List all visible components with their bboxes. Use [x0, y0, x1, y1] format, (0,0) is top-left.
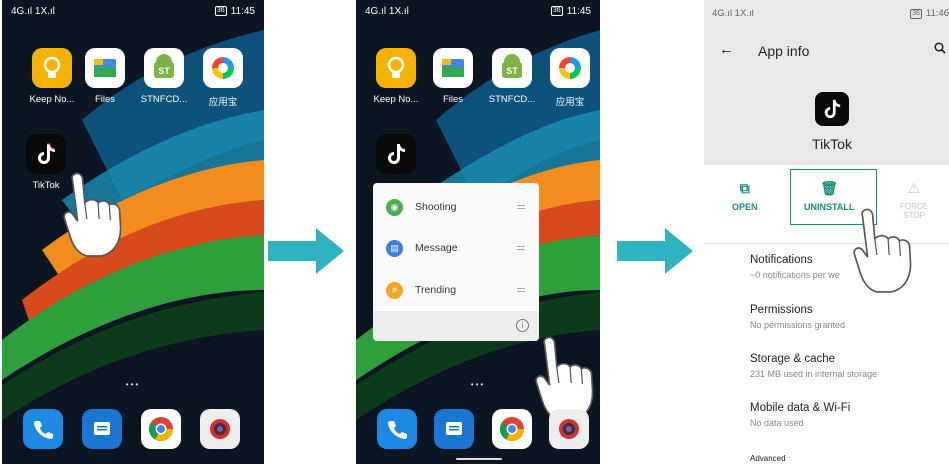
android-icon: ST [144, 48, 184, 88]
message-icon: ▤ [386, 239, 403, 257]
shortcut-label: Message [415, 242, 458, 254]
app-label: STNFCD... [488, 94, 536, 105]
menu-footer: i [373, 311, 539, 341]
android-icon: ST [492, 48, 532, 88]
signal-status: 4G.ıl 1X.ıl [11, 5, 55, 17]
force-stop-label: FORCE [900, 202, 928, 211]
tiktok-icon [26, 134, 66, 174]
info-icon[interactable]: i [516, 319, 529, 332]
app-stnfcd[interactable]: ST STNFCD... [133, 48, 195, 105]
phone-icon[interactable] [23, 409, 63, 449]
battery-icon: 36 [910, 8, 922, 19]
battery-icon: 36 [550, 6, 563, 16]
tiktok-icon[interactable] [376, 134, 416, 174]
app-label: Keep No... [373, 94, 419, 105]
home-screen-panel-2: 4G.ıl 1X.ıl 36 11:45 Keep No... Files ST … [356, 0, 600, 464]
arrow-right-icon [268, 228, 344, 274]
shortcut-trending[interactable]: # Trending [373, 270, 539, 310]
drag-handle-icon[interactable] [517, 205, 525, 209]
page-indicator: ••• [470, 380, 486, 389]
setting-notifications[interactable]: Notifications ~0 notifications per we [750, 254, 840, 280]
app-tiktok[interactable]: TikTok [15, 134, 77, 191]
svg-text:ST: ST [506, 66, 518, 76]
setting-permissions[interactable]: Permissions No permissions granted [750, 304, 845, 330]
tiktok-icon [815, 92, 849, 126]
battery-icon: 36 [214, 6, 227, 16]
lightbulb-icon [376, 48, 416, 88]
app-yingyongbao[interactable]: 应用宝 [192, 48, 254, 108]
app-label: 应用宝 [555, 97, 585, 108]
clock: 11:46 [925, 8, 949, 19]
setting-subtitle: No permissions granted [750, 320, 846, 330]
shortcut-label: Shooting [415, 201, 457, 213]
signal-status: 4G.ıl 1X.ıl [365, 5, 409, 17]
app-yingyongbao[interactable]: 应用宝 [539, 48, 600, 108]
app-files[interactable]: Files [422, 48, 484, 105]
app-shortcut-menu: ◉ Shooting ▤ Message # Trending i [373, 183, 539, 341]
drag-handle-icon[interactable] [517, 246, 525, 250]
app-label: Files [442, 94, 464, 105]
divider [704, 243, 949, 244]
setting-mobile-data[interactable]: Mobile data & Wi-Fi No data used [750, 402, 850, 428]
signal-status: 4G.ıl 1X.ıl [712, 8, 754, 19]
search-icon[interactable] [934, 42, 946, 57]
chrome-icon[interactable] [141, 409, 181, 449]
app-store-icon [203, 48, 243, 88]
messages-icon[interactable] [434, 409, 474, 449]
messages-icon[interactable] [82, 409, 122, 449]
home-indicator[interactable] [456, 458, 502, 460]
setting-subtitle: No data used [750, 418, 804, 428]
open-button[interactable]: ⧉ OPEN [732, 180, 758, 212]
app-info-screen: 4G.ıl 1X.ıl 36 11:46 ← App info TikTok ⧉ … [704, 0, 949, 464]
svg-text:ST: ST [158, 66, 170, 76]
shortcut-message[interactable]: ▤ Message [373, 228, 539, 268]
clock: 11:45 [230, 5, 255, 17]
setting-advanced[interactable]: Advanced [750, 454, 786, 463]
setting-title: Storage & cache [750, 353, 836, 365]
chrome-icon[interactable] [492, 409, 532, 449]
files-icon [433, 48, 473, 88]
app-label: TikTok [32, 180, 60, 191]
app-files[interactable]: Files [74, 48, 136, 105]
app-store-icon [550, 48, 590, 88]
setting-title: Permissions [750, 304, 813, 316]
camera-icon[interactable] [200, 409, 240, 449]
arrow-right-icon [617, 228, 693, 274]
hashtag-icon: # [386, 281, 403, 299]
clock: 11:45 [566, 5, 591, 17]
shortcut-shooting[interactable]: ◉ Shooting [373, 187, 539, 227]
force-stop-label-2: STOP [903, 211, 925, 220]
page-title: App info [758, 43, 810, 59]
force-stop-button[interactable]: ⚠ FORCE STOP [900, 180, 928, 220]
back-arrow-icon[interactable]: ← [719, 41, 734, 58]
app-stnfcd[interactable]: ST STNFCD... [481, 48, 543, 105]
lightbulb-icon [32, 48, 72, 88]
setting-subtitle: 231 MB used in internal storage [750, 369, 878, 379]
page-indicator: ••• [125, 380, 141, 389]
app-name: TikTok [812, 136, 852, 152]
trash-icon: 🗑︎ [820, 180, 839, 196]
setting-storage[interactable]: Storage & cache 231 MB used in internal … [750, 353, 877, 379]
phone-icon[interactable] [377, 409, 417, 449]
app-label: 应用宝 [208, 97, 238, 108]
app-label: Files [94, 94, 116, 105]
uninstall-label: UNINSTALL [804, 202, 855, 212]
setting-subtitle: ~0 notifications per we [750, 270, 840, 280]
home-screen-panel-1: 4G.ıl 1X.ıl 36 11:45 Keep No... Files ST … [2, 0, 264, 464]
drag-handle-icon[interactable] [517, 288, 525, 292]
app-keep-notes[interactable]: Keep No... [365, 48, 427, 105]
app-label: STNFCD... [140, 94, 188, 105]
warning-icon: ⚠ [907, 180, 921, 196]
uninstall-button[interactable]: 🗑︎ UNINSTALL [804, 180, 854, 212]
camera-icon[interactable] [549, 409, 589, 449]
setting-title: Mobile data & Wi-Fi [750, 402, 851, 414]
shortcut-label: Trending [415, 284, 457, 296]
setting-title: Notifications [750, 254, 813, 266]
open-icon: ⧉ [739, 180, 750, 196]
setting-title: Advanced [750, 454, 786, 463]
open-label: OPEN [732, 202, 758, 212]
files-icon [85, 48, 125, 88]
camera-icon: ◉ [386, 198, 403, 216]
